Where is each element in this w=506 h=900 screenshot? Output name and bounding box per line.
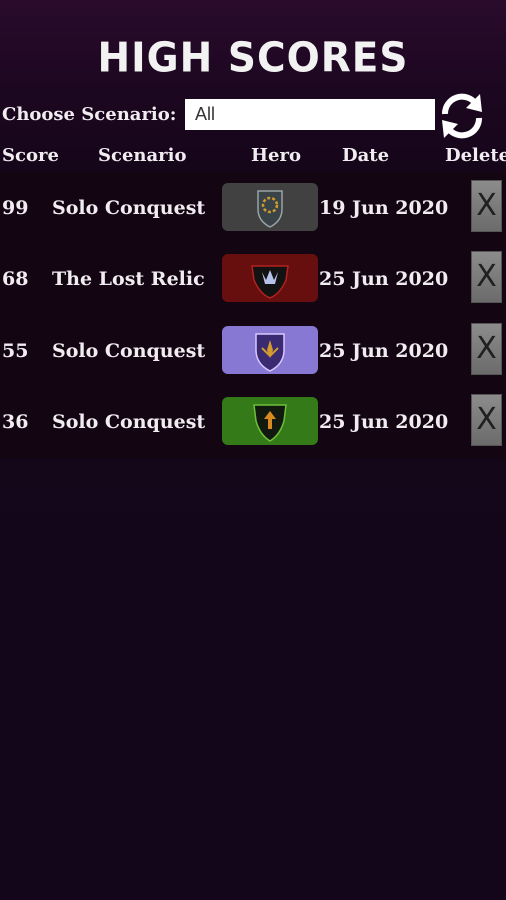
date-cell: 25 Jun 2020 xyxy=(319,340,449,362)
green-shield-icon xyxy=(222,397,318,445)
column-header-delete: Delete xyxy=(445,145,506,166)
score-cell: 36 xyxy=(2,411,29,433)
score-cell: 99 xyxy=(2,197,29,219)
table-row: 36 Solo Conquest 25 Jun 2020 X xyxy=(0,386,506,458)
table-row: 55 Solo Conquest 25 Jun 2020 X xyxy=(0,315,506,387)
hero-badge xyxy=(222,254,318,302)
delete-button[interactable]: X xyxy=(471,323,502,375)
hero-badge xyxy=(222,397,318,445)
column-header-date: Date xyxy=(342,145,390,166)
refresh-button[interactable] xyxy=(436,90,488,142)
column-header-score: Score xyxy=(2,145,59,166)
page-title: HIGH SCORES xyxy=(97,34,409,83)
delete-button[interactable]: X xyxy=(471,394,502,446)
purple-shield-icon xyxy=(222,326,318,374)
table-row: 68 The Lost Relic 25 Jun 2020 X xyxy=(0,243,506,315)
gray-shield-icon xyxy=(222,183,318,231)
date-cell: 25 Jun 2020 xyxy=(319,268,449,290)
hero-badge xyxy=(222,326,318,374)
red-shield-icon xyxy=(222,254,318,302)
hero-badge xyxy=(222,183,318,231)
scenario-cell: Solo Conquest xyxy=(52,411,206,433)
delete-button[interactable]: X xyxy=(471,180,502,232)
column-header-hero: Hero xyxy=(251,145,301,166)
scenario-cell: The Lost Relic xyxy=(52,268,205,290)
score-cell: 55 xyxy=(2,340,29,362)
refresh-icon xyxy=(441,93,483,139)
scenario-cell: Solo Conquest xyxy=(52,340,206,362)
scenario-select[interactable]: All xyxy=(185,99,435,130)
scenario-cell: Solo Conquest xyxy=(52,197,206,219)
score-cell: 68 xyxy=(2,268,29,290)
delete-button[interactable]: X xyxy=(471,251,502,303)
table-row: 99 Solo Conquest 19 Jun 2020 X xyxy=(0,172,506,244)
date-cell: 19 Jun 2020 xyxy=(319,197,449,219)
date-cell: 25 Jun 2020 xyxy=(319,411,449,433)
column-header-scenario: Scenario xyxy=(98,145,187,166)
scenario-filter-label: Choose Scenario: xyxy=(2,104,177,125)
